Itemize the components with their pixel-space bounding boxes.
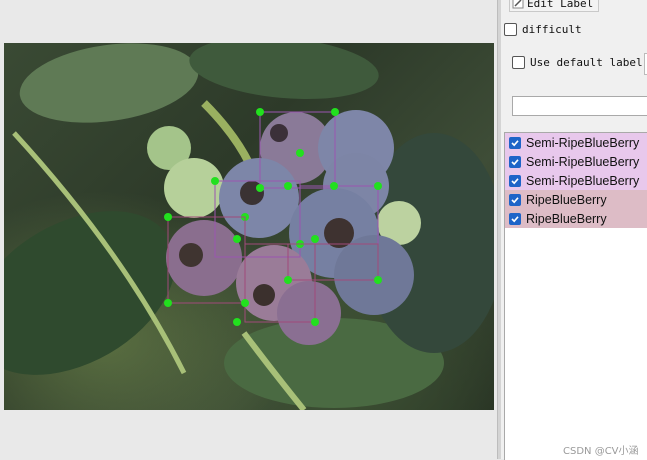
vertex-handle[interactable] [311, 318, 319, 326]
use-default-label-text: Use default label [530, 56, 643, 69]
annotation-overlay[interactable] [4, 43, 494, 410]
list-item[interactable]: Semi-RipeBlueBerry [505, 152, 647, 171]
checkbox-checked-icon[interactable] [509, 193, 521, 206]
list-item-label: Semi-RipeBlueBerry [526, 173, 640, 188]
bounding-box-4[interactable] [164, 213, 246, 307]
difficult-label: difficult [522, 23, 582, 36]
vertex-handle[interactable] [233, 235, 241, 243]
edit-label-text: Edit Label [527, 0, 594, 10]
list-item-label: RipeBlueBerry [526, 211, 607, 226]
checkbox-checked-icon[interactable] [509, 174, 521, 187]
list-item[interactable]: RipeBlueBerry [505, 190, 647, 209]
difficult-checkbox-row[interactable]: difficult [504, 23, 582, 36]
edit-label-button[interactable]: Edit Label [509, 0, 599, 12]
list-item[interactable]: Semi-RipeBlueBerry [505, 171, 647, 190]
use-default-label-row[interactable]: Use default label [512, 56, 643, 69]
watermark: CSDN @CV小涵 [563, 446, 639, 457]
blueberry-photo[interactable] [4, 43, 494, 410]
list-item-label: Semi-RipeBlueBerry [526, 154, 640, 169]
vertex-handle[interactable] [284, 182, 292, 190]
list-item[interactable]: Semi-RipeBlueBerry [505, 133, 647, 152]
vertex-handle[interactable] [374, 182, 382, 190]
label-side-panel: Edit Label difficult Use default label S… [501, 0, 647, 460]
label-list[interactable]: Semi-RipeBlueBerry Semi-RipeBlueBerry Se… [504, 132, 647, 460]
vertex-handle[interactable] [331, 108, 339, 116]
bounding-box-3[interactable] [296, 182, 382, 248]
bounding-box-5[interactable] [233, 243, 382, 326]
vertex-handle[interactable] [241, 299, 249, 307]
label-text-input[interactable] [512, 96, 647, 116]
list-item[interactable]: RipeBlueBerry [505, 209, 647, 228]
checkbox-checked-icon[interactable] [509, 155, 521, 168]
checkbox-checked-icon[interactable] [509, 212, 521, 225]
vertex-handle[interactable] [311, 235, 319, 243]
vertex-handle[interactable] [296, 149, 304, 157]
vertex-handle[interactable] [164, 213, 172, 221]
vertex-handle[interactable] [256, 108, 264, 116]
pencil-icon [512, 0, 524, 9]
bounding-box-1[interactable] [256, 108, 339, 189]
difficult-checkbox[interactable] [504, 23, 517, 36]
vertex-handle[interactable] [164, 299, 172, 307]
vertex-handle[interactable] [284, 276, 292, 284]
image-canvas[interactable] [0, 0, 497, 459]
vertex-handle[interactable] [211, 177, 219, 185]
vertex-handle[interactable] [256, 184, 264, 192]
checkbox-checked-icon[interactable] [509, 136, 521, 149]
vertex-handle[interactable] [374, 276, 382, 284]
list-item-label: RipeBlueBerry [526, 192, 607, 207]
list-item-label: Semi-RipeBlueBerry [526, 135, 640, 150]
use-default-label-checkbox[interactable] [512, 56, 525, 69]
vertex-handle[interactable] [330, 182, 338, 190]
vertex-handle[interactable] [233, 318, 241, 326]
